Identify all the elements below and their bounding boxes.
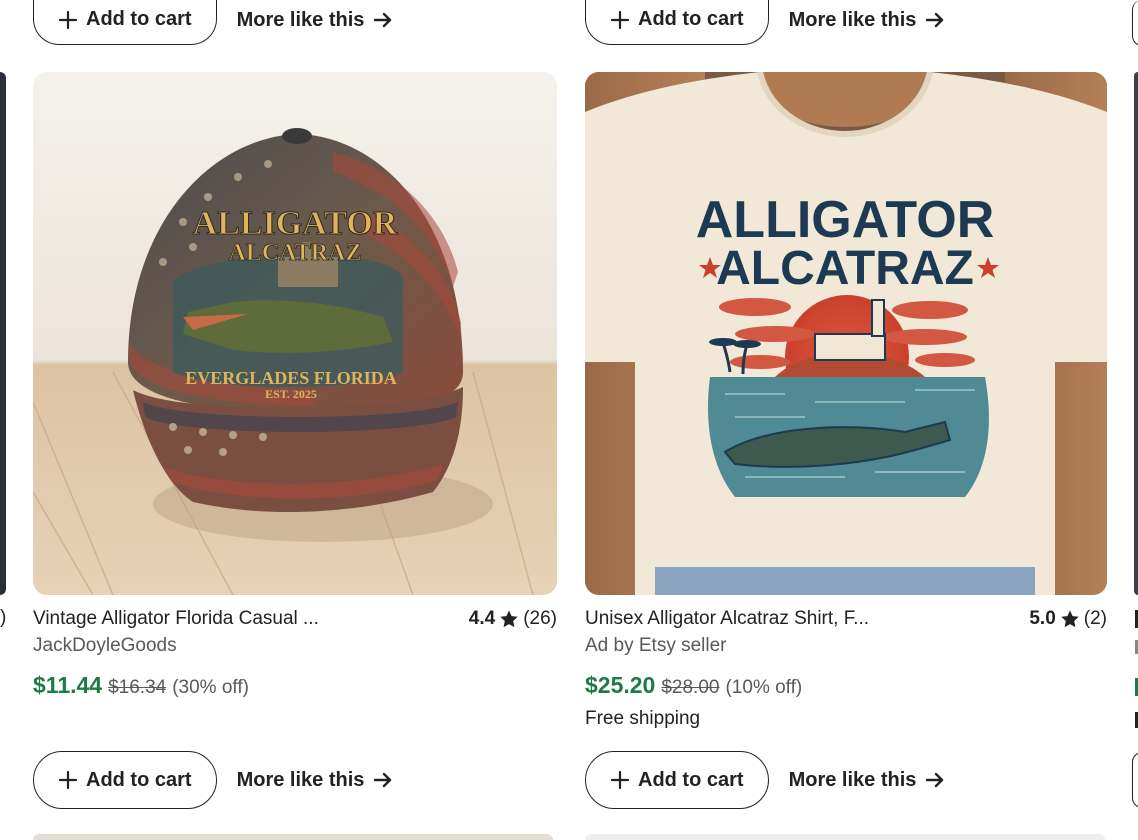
more-like-this-link[interactable]: More like this — [237, 769, 393, 792]
add-to-cart-button[interactable]: Add to cart — [33, 0, 217, 45]
baseball-cap-image: ALLIGATOR ALCATRAZ EVERGLADES FLORIDA ES… — [33, 72, 557, 595]
listing-card[interactable]: Add to cart More like this ALLIGATOR ALC… — [33, 0, 557, 840]
cap-est-text: EST. 2025 — [265, 387, 317, 401]
discount-badge: (30% off) — [172, 677, 249, 698]
cap-subtitle-text: ALCATRAZ — [229, 240, 362, 266]
price-row: $11.44 $16.34 (30% off) — [33, 672, 249, 699]
more-like-this-label: More like this — [236, 8, 365, 31]
plus-icon — [58, 10, 78, 29]
star-icon — [500, 610, 518, 628]
shirt-title-text: ALLIGATOR — [696, 191, 995, 249]
add-to-cart-button[interactable]: Add to cart — [33, 751, 217, 809]
listing-image[interactable]: ALLIGATOR ALCATRAZ — [585, 72, 1107, 595]
free-shipping-label: Free shipping — [585, 708, 701, 729]
star-icon — [1061, 610, 1079, 628]
rating-score: 4.4 — [468, 608, 496, 629]
listing-title[interactable]: Unisex Alligator Alcatraz Shirt, F... — [585, 608, 869, 630]
title-row: Vintage Alligator Florida Casual ... 4.4… — [33, 605, 557, 633]
arrow-right-icon — [374, 12, 392, 28]
right-neighbor-card-edge — [1134, 72, 1138, 595]
rating: 5.0 (2) — [1029, 608, 1107, 630]
top-action-row: Add to cart More like this — [33, 0, 393, 45]
review-count: (2) — [1083, 608, 1107, 629]
plus-icon — [610, 10, 630, 29]
more-like-this-link[interactable]: More like this — [789, 9, 945, 32]
listing-image[interactable]: ALLIGATOR ALCATRAZ EVERGLADES FLORIDA ES… — [33, 72, 557, 595]
seller-name[interactable]: JackDoyleGoods — [33, 635, 177, 657]
top-action-row: Add to cart More like this — [585, 0, 945, 45]
cap-footer-text: EVERGLADES FLORIDA — [185, 368, 397, 388]
discount-badge: (10% off) — [725, 677, 803, 698]
bottom-action-row: Add to cart More like this — [33, 751, 393, 809]
plus-icon — [610, 770, 630, 790]
more-like-this-link[interactable]: More like this — [789, 769, 945, 792]
right-neighbor-add-button-edge-bottom[interactable] — [1132, 752, 1138, 808]
sale-price: $11.44 — [33, 672, 103, 698]
next-row-card-peek — [33, 834, 553, 840]
listing-title[interactable]: Vintage Alligator Florida Casual ... — [33, 608, 319, 630]
add-to-cart-label: Add to cart — [86, 8, 192, 30]
add-to-cart-label: Add to cart — [638, 8, 744, 30]
rating: 4.4 (26) — [469, 608, 557, 630]
rating-score: 5.0 — [1029, 608, 1056, 629]
more-like-this-link[interactable]: More like this — [237, 9, 393, 32]
plus-icon — [58, 770, 78, 790]
more-like-this-label: More like this — [788, 8, 917, 31]
review-count: (26) — [523, 608, 557, 629]
more-like-this-label: More like this — [788, 768, 917, 791]
ad-seller-label[interactable]: Ad by Etsy seller — [585, 635, 727, 657]
add-to-cart-button[interactable]: Add to cart — [585, 0, 769, 45]
original-price: $28.00 — [661, 677, 720, 698]
next-row-card-peek — [585, 834, 1105, 840]
add-to-cart-label: Add to cart — [86, 768, 192, 791]
add-to-cart-button[interactable]: Add to cart — [585, 751, 769, 809]
arrow-right-icon — [926, 12, 944, 28]
t-shirt-image: ALLIGATOR ALCATRAZ — [585, 72, 1107, 595]
right-neighbor-add-button-edge[interactable] — [1132, 0, 1138, 46]
left-neighbor-rating-edge: ) — [0, 607, 7, 628]
arrow-right-icon — [374, 772, 392, 788]
title-row: Unisex Alligator Alcatraz Shirt, F... 5.… — [585, 605, 1107, 633]
sale-price: $25.20 — [585, 672, 656, 698]
left-neighbor-card-edge — [0, 72, 6, 595]
more-like-this-label: More like this — [236, 768, 365, 791]
bottom-action-row: Add to cart More like this — [585, 751, 945, 809]
arrow-right-icon — [926, 772, 944, 788]
add-to-cart-label: Add to cart — [638, 768, 744, 791]
original-price: $16.34 — [108, 677, 167, 698]
price-row: $25.20 $28.00 (10% off) — [585, 672, 802, 699]
shirt-subtitle-text: ALCATRAZ — [716, 242, 974, 295]
cap-title-text: ALLIGATOR — [193, 205, 398, 242]
listing-card[interactable]: Add to cart More like this ALLIGATOR ALC… — [585, 0, 1107, 840]
